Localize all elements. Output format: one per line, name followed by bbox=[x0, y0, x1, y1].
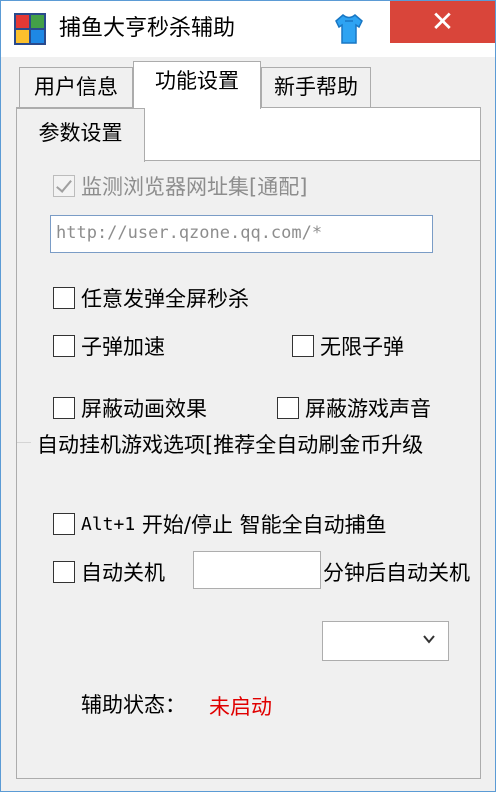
checkbox-icon[interactable] bbox=[292, 335, 314, 357]
shutdown-suffix-label: 分钟后自动关机 bbox=[323, 561, 470, 585]
checkbox-icon[interactable] bbox=[53, 287, 75, 309]
block-animation-checkbox[interactable]: 屏蔽动画效果 bbox=[53, 393, 207, 423]
checkbox-icon[interactable] bbox=[53, 397, 75, 419]
shutdown-minutes-input[interactable] bbox=[193, 551, 321, 589]
window-title: 捕鱼大亨秒杀辅助 bbox=[59, 16, 236, 41]
group-divider bbox=[17, 442, 31, 443]
auto-shutdown-checkbox[interactable]: 自动关机 bbox=[53, 557, 165, 587]
unlimited-bullets-checkbox[interactable]: 无限子弹 bbox=[292, 331, 404, 361]
block-animation-label: 屏蔽动画效果 bbox=[81, 397, 207, 421]
app-window: 捕鱼大亨秒杀辅助 ✕ 用户信息 功能设置 新手帮助 参数设置 监测浏览器网址集[… bbox=[0, 0, 496, 792]
close-button[interactable]: ✕ bbox=[390, 1, 495, 43]
block-sound-label: 屏蔽游戏声音 bbox=[305, 397, 431, 421]
unlimited-bullets-label: 无限子弹 bbox=[320, 335, 404, 359]
app-logo-icon bbox=[14, 13, 46, 45]
function-settings-panel: 参数设置 监测浏览器网址集[通配] http://user.qzone.qq.c… bbox=[16, 107, 481, 779]
instant-kill-checkbox[interactable]: 任意发弹全屏秒杀 bbox=[53, 283, 249, 313]
chevron-down-icon bbox=[423, 635, 435, 644]
mode-select[interactable] bbox=[322, 621, 449, 661]
title-bar[interactable]: 捕鱼大亨秒杀辅助 ✕ bbox=[1, 1, 495, 57]
hotkey-label: Alt+1 bbox=[81, 513, 136, 535]
monitor-browser-label: 监测浏览器网址集[通配] bbox=[81, 175, 308, 199]
tab-beginner-help[interactable]: 新手帮助 bbox=[261, 67, 371, 109]
monitor-browser-checkbox: 监测浏览器网址集[通配] bbox=[53, 171, 307, 201]
instant-kill-label: 任意发弹全屏秒杀 bbox=[81, 287, 249, 311]
checkbox-checked-disabled-icon bbox=[53, 175, 75, 197]
checkbox-icon[interactable] bbox=[53, 335, 75, 357]
subtab-parameter-settings[interactable]: 参数设置 bbox=[17, 108, 145, 162]
bullet-speed-checkbox[interactable]: 子弹加速 bbox=[53, 331, 165, 361]
status-label: 辅助状态： bbox=[81, 693, 186, 717]
checkbox-icon[interactable] bbox=[277, 397, 299, 419]
url-pattern-input: http://user.qzone.qq.com/* bbox=[50, 215, 433, 253]
bullet-speed-label: 子弹加速 bbox=[81, 335, 165, 359]
tab-function-settings[interactable]: 功能设置 bbox=[133, 61, 261, 109]
parameter-settings-panel: 监测浏览器网址集[通配] http://user.qzone.qq.com/* … bbox=[17, 160, 480, 778]
tshirt-skin-icon[interactable] bbox=[334, 12, 364, 46]
block-sound-checkbox[interactable]: 屏蔽游戏声音 bbox=[277, 393, 431, 423]
auto-fishing-checkbox[interactable]: Alt+1 开始/停止 智能全自动捕鱼 bbox=[53, 509, 387, 539]
tab-user-info[interactable]: 用户信息 bbox=[19, 67, 133, 109]
auto-shutdown-label: 自动关机 bbox=[81, 561, 165, 585]
auto-group-title: 自动挂机游戏选项[推荐全自动刷金币升级 bbox=[37, 433, 424, 457]
checkbox-icon[interactable] bbox=[53, 561, 75, 583]
client-area: 用户信息 功能设置 新手帮助 参数设置 监测浏览器网址集[通配] http://… bbox=[1, 57, 495, 791]
checkbox-icon[interactable] bbox=[53, 513, 75, 535]
auto-fishing-label: 开始/停止 智能全自动捕鱼 bbox=[135, 513, 387, 537]
status-value: 未启动 bbox=[209, 695, 272, 719]
